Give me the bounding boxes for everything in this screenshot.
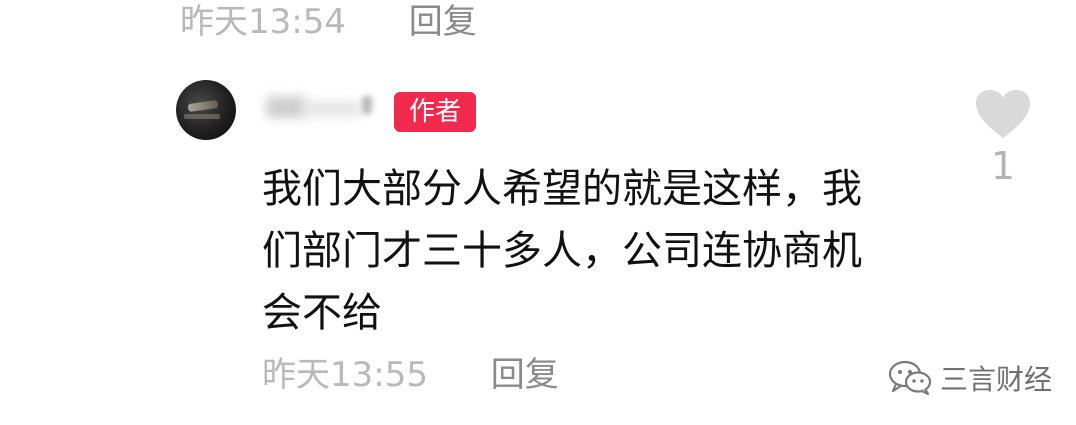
comment-timestamp: 昨天13:55 <box>262 355 428 395</box>
watermark: 三言财经 <box>888 356 1052 400</box>
comment-text-line: 会不给 <box>262 290 382 336</box>
avatar-image-detail <box>184 114 220 119</box>
like-count: 1 <box>990 144 1016 188</box>
reply-button[interactable]: 回复 <box>491 355 559 395</box>
like-button[interactable]: 1 <box>968 88 1038 188</box>
comment-text-line: 我们大部分人希望的就是这样，我 <box>262 166 862 212</box>
username-blurred[interactable] <box>262 90 382 130</box>
heart-icon <box>976 90 1030 138</box>
comment-meta: 昨天13:55 回复 <box>262 355 559 395</box>
wechat-icon <box>888 360 932 396</box>
comment-text: 我们大部分人希望的就是这样，我 们部门才三十多人，公司连协商机 会不给 <box>262 158 962 344</box>
comment-timestamp: 昨天13:54 <box>180 2 346 42</box>
comment-text-line: 们部门才三十多人，公司连协商机 <box>262 228 862 274</box>
watermark-label: 三言财经 <box>940 363 1053 396</box>
avatar-image-detail <box>187 99 219 113</box>
author-badge: 作者 <box>394 92 476 132</box>
reply-button[interactable]: 回复 <box>409 2 477 42</box>
previous-comment-meta: 昨天13:54 回复 <box>180 2 477 42</box>
avatar[interactable] <box>176 80 236 140</box>
